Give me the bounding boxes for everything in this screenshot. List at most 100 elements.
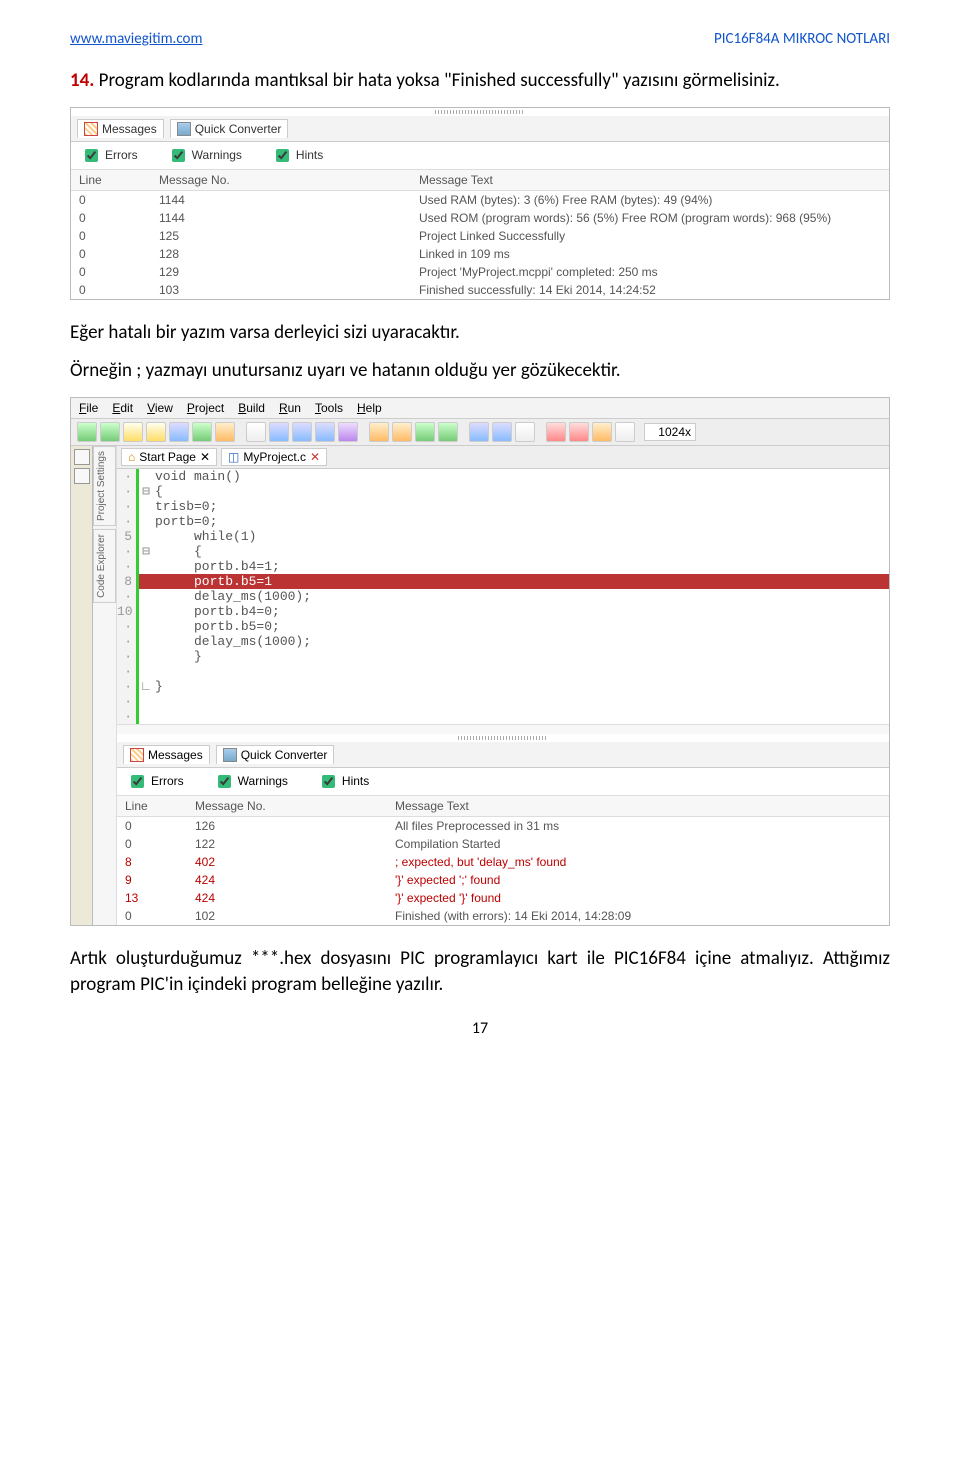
side-tab-code-explorer[interactable]: Code Explorer bbox=[93, 529, 116, 603]
code-line[interactable]: · delay_ms(1000); bbox=[117, 589, 889, 604]
ide-screenshot: File Edit View Project Build Run Tools Help bbox=[70, 397, 890, 926]
toolbar-button[interactable] bbox=[315, 422, 335, 442]
toolbar-button[interactable] bbox=[146, 422, 166, 442]
code-line[interactable]: · bbox=[117, 694, 889, 709]
toolbar-button[interactable] bbox=[123, 422, 143, 442]
tab-quick-converter[interactable]: Quick Converter bbox=[216, 745, 335, 764]
table-row[interactable]: 8402; expected, but 'delay_ms' found bbox=[117, 853, 889, 871]
menu-edit[interactable]: Edit bbox=[112, 401, 133, 415]
filter-check-row: Errors Warnings Hints bbox=[117, 768, 889, 795]
code-line[interactable]: 8 portb.b5=1 bbox=[117, 574, 889, 589]
toolbar-button[interactable] bbox=[169, 422, 189, 442]
table-row[interactable]: 0102Finished (with errors): 14 Eki 2014,… bbox=[117, 907, 889, 925]
close-icon[interactable]: ✕ bbox=[310, 450, 320, 464]
menu-tools[interactable]: Tools bbox=[315, 401, 343, 415]
table-row[interactable]: 0122Compilation Started bbox=[117, 835, 889, 853]
code-line[interactable]: ·void main() bbox=[117, 469, 889, 484]
mid-text-1: Eğer hatalı bir yazım varsa derleyici si… bbox=[70, 320, 890, 347]
table-row[interactable]: 0125Project Linked Successfully bbox=[71, 227, 889, 245]
messages-icon bbox=[84, 122, 98, 136]
toolbar-button[interactable] bbox=[615, 422, 635, 442]
menu-help[interactable]: Help bbox=[357, 401, 382, 415]
table-row[interactable]: 0126All files Preprocessed in 31 ms bbox=[117, 816, 889, 835]
toolbar-button[interactable] bbox=[546, 422, 566, 442]
filter-check-row: Errors Warnings Hints bbox=[71, 142, 889, 169]
code-line[interactable]: ·portb=0; bbox=[117, 514, 889, 529]
table-row[interactable]: 0103Finished successfully: 14 Eki 2014, … bbox=[71, 281, 889, 299]
toolbar-button[interactable] bbox=[569, 422, 589, 442]
tail-text: Artık oluşturduğumuz ***.hex dosyasını P… bbox=[70, 946, 890, 999]
editor-tab-start[interactable]: ⌂Start Page✕ bbox=[121, 448, 217, 466]
col-line[interactable]: Line bbox=[117, 795, 187, 816]
toolbar-button[interactable] bbox=[246, 422, 266, 442]
table-row[interactable]: 01144Used ROM (program words): 56 (5%) F… bbox=[71, 209, 889, 227]
table-row[interactable]: 9424'}' expected ';' found bbox=[117, 871, 889, 889]
menu-build[interactable]: Build bbox=[238, 401, 265, 415]
side-icon[interactable] bbox=[74, 449, 90, 465]
toolbar-button[interactable] bbox=[100, 422, 120, 442]
code-line[interactable]: · portb.b4=1; bbox=[117, 559, 889, 574]
editor-tab-row: ⌂Start Page✕ ◫MyProject.c✕ bbox=[117, 446, 889, 469]
toolbar-button[interactable] bbox=[338, 422, 358, 442]
close-icon[interactable]: ✕ bbox=[200, 450, 210, 464]
code-editor[interactable]: ·void main()·⊟{·trisb=0;·portb=0;5 while… bbox=[117, 469, 889, 724]
toolbar-button[interactable] bbox=[392, 422, 412, 442]
menu-view[interactable]: View bbox=[147, 401, 173, 415]
zoom-display[interactable]: 1024x bbox=[644, 423, 696, 441]
col-msgno[interactable]: Message No. bbox=[151, 169, 411, 190]
tab-messages[interactable]: Messages bbox=[123, 745, 210, 764]
tab-quick-converter[interactable]: Quick Converter bbox=[170, 119, 289, 138]
messages-table-errors: Line Message No. Message Text 0126All fi… bbox=[117, 795, 889, 925]
side-icon[interactable] bbox=[74, 468, 90, 484]
toolbar-button[interactable] bbox=[292, 422, 312, 442]
toolbar-button[interactable] bbox=[415, 422, 435, 442]
check-warnings[interactable]: Warnings bbox=[168, 146, 242, 165]
menu-project[interactable]: Project bbox=[187, 401, 224, 415]
col-msgno[interactable]: Message No. bbox=[187, 795, 387, 816]
toolbar-button[interactable] bbox=[515, 422, 535, 442]
menu-bar: File Edit View Project Build Run Tools Help bbox=[71, 398, 889, 419]
messages-table: Line Message No. Message Text 01144Used … bbox=[71, 169, 889, 299]
toolbar-button[interactable] bbox=[592, 422, 612, 442]
code-line[interactable]: 5 while(1) bbox=[117, 529, 889, 544]
code-line[interactable]: · bbox=[117, 709, 889, 724]
check-hints[interactable]: Hints bbox=[318, 772, 369, 791]
col-line[interactable]: Line bbox=[71, 169, 151, 190]
table-row[interactable]: 0128Linked in 109 ms bbox=[71, 245, 889, 263]
table-row[interactable]: 01144Used RAM (bytes): 3 (6%) Free RAM (… bbox=[71, 190, 889, 209]
code-line[interactable]: ·⊟{ bbox=[117, 484, 889, 499]
side-tab-col: Project Settings Code Explorer bbox=[93, 446, 117, 925]
code-line[interactable]: 10 portb.b4=0; bbox=[117, 604, 889, 619]
code-line[interactable]: · delay_ms(1000); bbox=[117, 634, 889, 649]
side-icon-strip bbox=[71, 446, 93, 925]
tab-messages[interactable]: Messages bbox=[77, 119, 164, 138]
toolbar-button[interactable] bbox=[369, 422, 389, 442]
code-line[interactable]: · } bbox=[117, 649, 889, 664]
toolbar-button[interactable] bbox=[215, 422, 235, 442]
menu-run[interactable]: Run bbox=[279, 401, 301, 415]
site-url-link[interactable]: www.maviegitim.com bbox=[70, 30, 202, 48]
code-line[interactable]: · bbox=[117, 664, 889, 679]
code-line[interactable]: ·trisb=0; bbox=[117, 499, 889, 514]
code-line[interactable]: ·∟} bbox=[117, 679, 889, 694]
page-header: www.maviegitim.com PIC16F84A MIKROC NOTL… bbox=[70, 30, 890, 48]
table-row[interactable]: 0129Project 'MyProject.mcppi' completed:… bbox=[71, 263, 889, 281]
col-msgtext[interactable]: Message Text bbox=[387, 795, 889, 816]
check-warnings[interactable]: Warnings bbox=[214, 772, 288, 791]
toolbar-button[interactable] bbox=[269, 422, 289, 442]
col-msgtext[interactable]: Message Text bbox=[411, 169, 889, 190]
toolbar-button[interactable] bbox=[77, 422, 97, 442]
check-errors[interactable]: Errors bbox=[81, 146, 138, 165]
code-line[interactable]: ·⊟ { bbox=[117, 544, 889, 559]
table-row[interactable]: 13424'}' expected '}' found bbox=[117, 889, 889, 907]
check-errors[interactable]: Errors bbox=[127, 772, 184, 791]
toolbar-button[interactable] bbox=[492, 422, 512, 442]
code-line[interactable]: · portb.b5=0; bbox=[117, 619, 889, 634]
toolbar-button[interactable] bbox=[192, 422, 212, 442]
check-hints[interactable]: Hints bbox=[272, 146, 323, 165]
toolbar-button[interactable] bbox=[438, 422, 458, 442]
toolbar-button[interactable] bbox=[469, 422, 489, 442]
menu-file[interactable]: File bbox=[79, 401, 98, 415]
editor-tab-file[interactable]: ◫MyProject.c✕ bbox=[221, 448, 327, 466]
side-tab-project-settings[interactable]: Project Settings bbox=[93, 446, 116, 526]
